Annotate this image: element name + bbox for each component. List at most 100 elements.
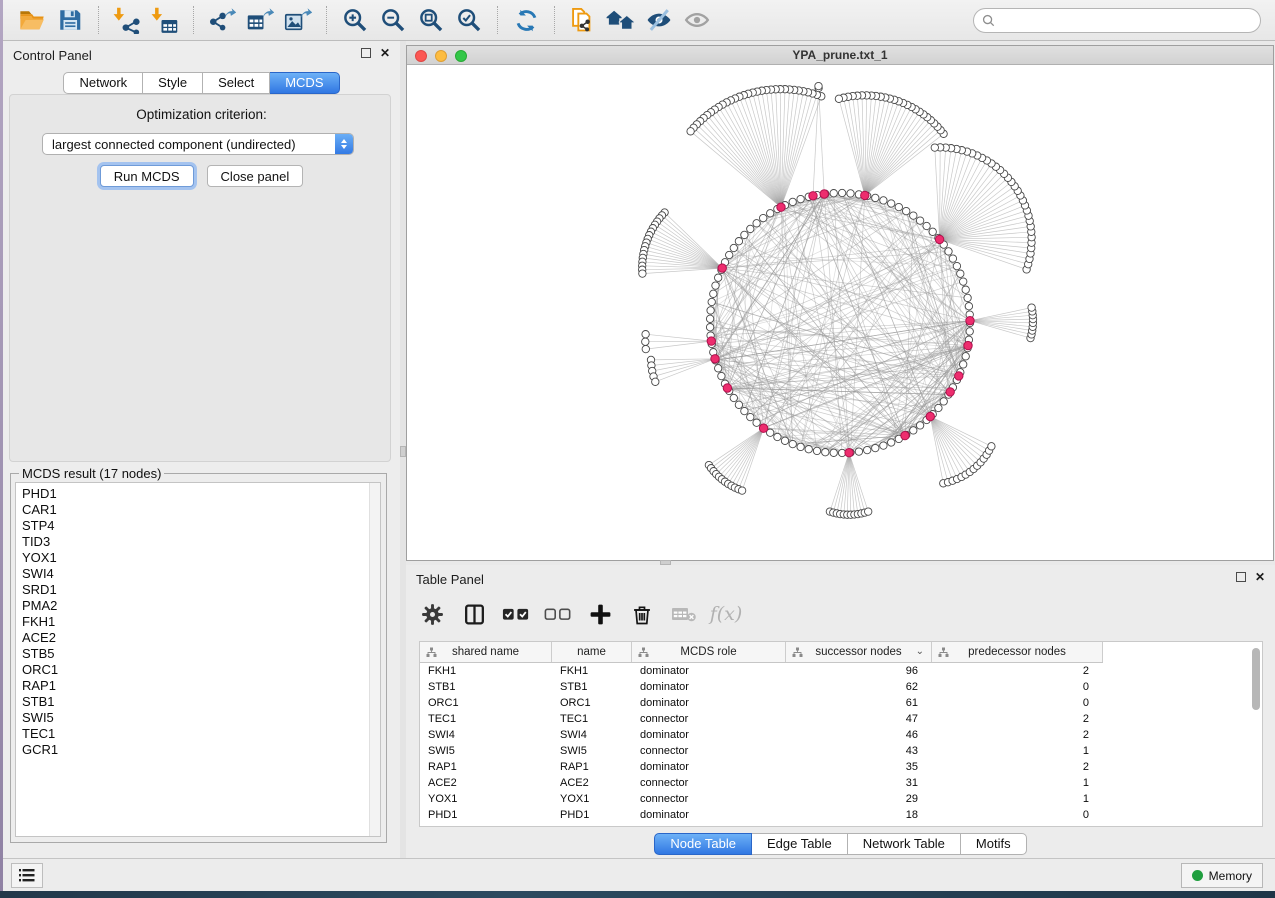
network-node[interactable]: [945, 248, 952, 255]
network-node[interactable]: [813, 447, 820, 454]
cell-mcds-role[interactable]: dominator: [632, 759, 786, 775]
float-table-panel-icon[interactable]: [1236, 572, 1246, 582]
cell-shared-name[interactable]: STB1: [420, 679, 552, 695]
network-dominator-node[interactable]: [777, 203, 785, 211]
zoom-in-icon[interactable]: [339, 4, 371, 36]
mcds-result-scrollbar[interactable]: [369, 483, 380, 836]
cell-shared-name[interactable]: ACE2: [420, 775, 552, 791]
cell-name[interactable]: STB1: [552, 679, 632, 695]
tab-network[interactable]: Network: [63, 72, 143, 94]
mcds-result-item[interactable]: GCR1: [16, 742, 380, 758]
network-node[interactable]: [710, 290, 717, 297]
network-leaf-node[interactable]: [738, 487, 745, 494]
network-node[interactable]: [962, 353, 969, 360]
network-node[interactable]: [872, 444, 879, 451]
network-node[interactable]: [797, 195, 804, 202]
mcds-result-item[interactable]: SWI5: [16, 710, 380, 726]
network-node[interactable]: [910, 212, 917, 219]
network-node[interactable]: [903, 207, 910, 214]
cell-predecessor-nodes[interactable]: 0: [932, 695, 1103, 711]
cell-name[interactable]: PHD1: [552, 807, 632, 823]
network-node[interactable]: [789, 440, 796, 447]
network-node[interactable]: [935, 404, 942, 411]
network-node[interactable]: [715, 274, 722, 281]
export-network-icon[interactable]: [206, 4, 238, 36]
close-table-panel-icon[interactable]: ✕: [1255, 572, 1265, 582]
network-node[interactable]: [923, 222, 930, 229]
cell-predecessor-nodes[interactable]: 2: [932, 727, 1103, 743]
network-node[interactable]: [726, 251, 733, 258]
import-table-icon[interactable]: [149, 4, 181, 36]
cell-successor-nodes[interactable]: 31: [786, 775, 932, 791]
refresh-icon[interactable]: [510, 4, 542, 36]
network-node[interactable]: [767, 210, 774, 217]
tab-select[interactable]: Select: [203, 72, 270, 94]
cell-predecessor-nodes[interactable]: 0: [932, 807, 1103, 823]
table-row[interactable]: FKH1FKH1dominator962: [420, 663, 1262, 679]
network-dominator-node[interactable]: [759, 424, 767, 432]
cell-mcds-role[interactable]: connector: [632, 791, 786, 807]
zoom-selected-icon[interactable]: [453, 4, 485, 36]
network-node[interactable]: [747, 413, 754, 420]
network-node[interactable]: [741, 407, 748, 414]
network-node[interactable]: [872, 194, 879, 201]
network-node[interactable]: [805, 446, 812, 453]
network-node[interactable]: [940, 398, 947, 405]
network-node[interactable]: [916, 217, 923, 224]
network-leaf-node[interactable]: [835, 95, 842, 102]
network-dominator-node[interactable]: [964, 341, 972, 349]
mcds-result-item[interactable]: RAP1: [16, 678, 380, 694]
cell-successor-nodes[interactable]: 47: [786, 711, 932, 727]
zoom-out-icon[interactable]: [377, 4, 409, 36]
cell-successor-nodes[interactable]: 18: [786, 807, 932, 823]
mcds-result-item[interactable]: SWI4: [16, 566, 380, 582]
add-row-icon[interactable]: [586, 600, 614, 628]
network-dominator-node[interactable]: [861, 191, 869, 199]
table-scrollbar[interactable]: [1251, 644, 1260, 824]
network-node[interactable]: [880, 442, 887, 449]
cell-mcds-role[interactable]: connector: [632, 775, 786, 791]
network-dominator-node[interactable]: [966, 317, 974, 325]
network-node[interactable]: [929, 228, 936, 235]
network-leaf-node[interactable]: [815, 82, 822, 89]
task-history-button[interactable]: [11, 863, 43, 888]
cell-name[interactable]: SWI4: [552, 727, 632, 743]
network-leaf-node[interactable]: [639, 270, 646, 277]
mcds-result-item[interactable]: FKH1: [16, 614, 380, 630]
mcds-result-item[interactable]: TEC1: [16, 726, 380, 742]
optimization-criterion-select[interactable]: largest connected component (undirected): [42, 133, 354, 155]
network-node[interactable]: [760, 214, 767, 221]
network-node[interactable]: [953, 262, 960, 269]
tab-network-table[interactable]: Network Table: [848, 833, 961, 855]
network-node[interactable]: [774, 433, 781, 440]
cell-mcds-role[interactable]: dominator: [632, 807, 786, 823]
table-scrollbar-thumb[interactable]: [1252, 648, 1260, 710]
network-node[interactable]: [964, 294, 971, 301]
cell-mcds-role[interactable]: dominator: [632, 679, 786, 695]
cell-mcds-role[interactable]: dominator: [632, 727, 786, 743]
network-node[interactable]: [797, 443, 804, 450]
table-row[interactable]: PHD1PHD1dominator180: [420, 807, 1262, 823]
network-node[interactable]: [949, 255, 956, 262]
hide-selected-icon[interactable]: [643, 4, 675, 36]
network-dominator-node[interactable]: [707, 337, 715, 345]
cell-shared-name[interactable]: PHD1: [420, 807, 552, 823]
network-from-selection-icon[interactable]: [567, 4, 599, 36]
search-input[interactable]: [995, 10, 1252, 30]
network-leaf-node[interactable]: [652, 378, 659, 385]
network-node[interactable]: [822, 449, 829, 456]
cell-predecessor-nodes[interactable]: 2: [932, 759, 1103, 775]
network-dominator-node[interactable]: [723, 384, 731, 392]
mcds-result-item[interactable]: STB1: [16, 694, 380, 710]
cell-shared-name[interactable]: YOX1: [420, 791, 552, 807]
cell-shared-name[interactable]: ORC1: [420, 695, 552, 711]
search-field[interactable]: [973, 8, 1261, 33]
table-row[interactable]: SWI5SWI5connector431: [420, 743, 1262, 759]
open-file-icon[interactable]: [16, 4, 48, 36]
mcds-result-item[interactable]: SRD1: [16, 582, 380, 598]
network-node[interactable]: [730, 394, 737, 401]
mcds-result-item[interactable]: STB5: [16, 646, 380, 662]
zoom-fit-icon[interactable]: [415, 4, 447, 36]
network-node[interactable]: [966, 328, 973, 335]
column-header-shared-name[interactable]: shared name: [420, 642, 552, 662]
